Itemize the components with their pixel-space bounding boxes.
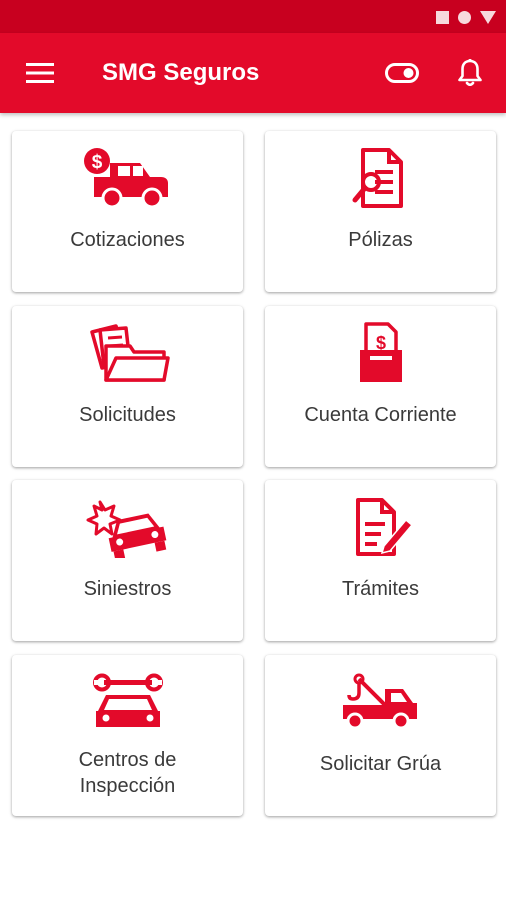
tile-siniestros[interactable]: Siniestros [12,480,243,641]
tile-cotizaciones[interactable]: $ Cotizaciones [12,131,243,292]
tile-tramites[interactable]: Trámites [265,480,496,641]
tile-label: Pólizas [348,229,413,251]
status-icons [436,10,496,24]
tile-solicitudes[interactable]: Solicitudes [12,306,243,467]
hamburger-menu-icon [26,63,54,83]
tile-label: Cuenta Corriente [304,404,457,426]
tile-label: Solicitar Grúa [319,753,442,775]
tile-label: Trámites [341,578,420,600]
car-crash-icon [86,500,166,558]
policy-document-icon [352,148,403,208]
tile-label: Solicitudes [79,404,176,426]
tile-solicitar-grua[interactable]: Solicitar Grúa [265,655,496,816]
square-icon [436,10,449,24]
circle-icon [458,10,471,24]
notifications-button[interactable] [452,55,488,91]
tile-cuenta-corriente[interactable]: $ Cuenta Corriente [265,306,496,467]
tile-label-line-1: Centros de [78,749,177,771]
tile-label: Siniestros [83,578,172,600]
tile-label: Cotizaciones [70,229,185,251]
app-bar: SMG Seguros [0,33,506,113]
tow-truck-icon [342,673,417,730]
account-ballot-icon: $ [359,322,402,382]
toggle-button[interactable] [382,57,422,89]
tile-label-line-2: Inspección [79,775,176,797]
svg-text:$: $ [91,152,102,173]
folder-documents-icon [89,324,170,382]
status-bar [0,0,506,33]
app-title: SMG Seguros [102,59,260,86]
tile-polizas[interactable]: Pólizas [265,131,496,292]
car-wrench-icon [92,673,163,727]
tile-label: Centros de Inspección [12,747,243,799]
bell-icon [458,59,482,87]
tile-centros-inspeccion[interactable]: Centros de Inspección [12,655,243,816]
car-quote-icon: $ [83,148,168,209]
document-edit-icon [355,498,413,556]
toggle-icon [385,63,419,83]
menu-button[interactable] [22,58,58,88]
triangle-icon [480,10,496,24]
